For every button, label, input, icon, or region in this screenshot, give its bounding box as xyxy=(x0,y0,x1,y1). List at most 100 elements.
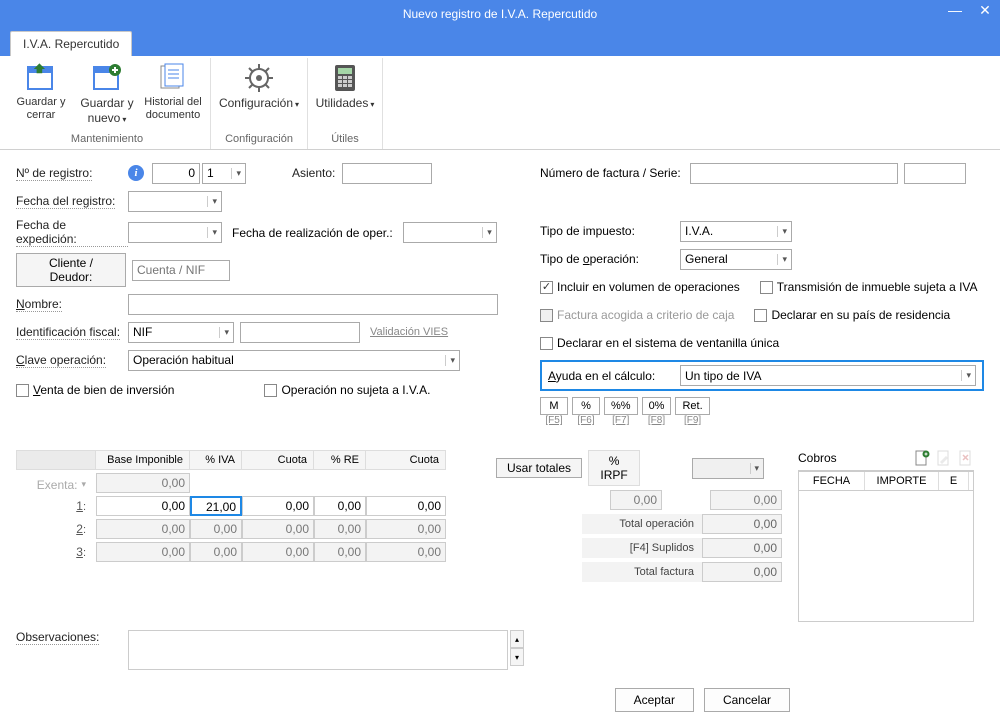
col-irpf: % IRPF xyxy=(588,450,640,486)
r2-re: 0,00 xyxy=(314,519,366,539)
r3-re: 0,00 xyxy=(314,542,366,562)
exenta-base: 0,00 xyxy=(96,473,190,493)
col-iva: % IVA xyxy=(190,450,242,470)
row-exenta-label: Exenta: xyxy=(37,478,78,492)
irpf-amount: 0,00 xyxy=(710,490,782,510)
registro-serie-combo[interactable]: 1▾ xyxy=(202,163,246,184)
ayuda-calculo-combo[interactable]: Un tipo de IVA▾ xyxy=(680,365,976,386)
window-title: Nuevo registro de I.V.A. Repercutido xyxy=(403,7,597,21)
nombre-input[interactable] xyxy=(128,294,498,315)
r2-iva: 0,00 xyxy=(190,519,242,539)
info-icon[interactable]: i xyxy=(128,165,144,181)
cobros-add-icon[interactable] xyxy=(914,450,930,466)
r1-cuota[interactable]: 0,00 xyxy=(242,496,314,516)
fecha-realizacion-combo[interactable]: ▾ xyxy=(403,222,497,243)
r2-cuota: 0,00 xyxy=(242,519,314,539)
fecha-expedicion-combo[interactable]: ▾ xyxy=(128,222,222,243)
titlebar: Nuevo registro de I.V.A. Repercutido — ✕ xyxy=(0,0,1000,28)
cobros-delete-icon[interactable] xyxy=(958,450,974,466)
minimize-button[interactable]: — xyxy=(946,2,964,19)
tipo-operacion-combo[interactable]: General▾ xyxy=(680,249,792,270)
total-operacion-label: Total operación xyxy=(582,514,702,534)
id-fiscal-input[interactable] xyxy=(240,322,360,343)
declarar-ventanilla-checkbox[interactable]: Declarar en el sistema de ventanilla úni… xyxy=(540,336,779,350)
aceptar-button[interactable]: Aceptar xyxy=(615,688,694,712)
num-factura-input[interactable] xyxy=(690,163,898,184)
incluir-volumen-checkbox[interactable]: Incluir en volumen de operaciones xyxy=(540,280,740,294)
suplidos-label: [F4] Suplidos xyxy=(582,538,702,558)
total-factura-label: Total factura xyxy=(582,562,702,582)
cobros-edit-icon[interactable] xyxy=(936,450,952,466)
declarar-pais-checkbox[interactable]: Declarar en su país de residencia xyxy=(754,308,950,322)
id-fiscal-type-combo[interactable]: NIF▾ xyxy=(128,322,234,343)
label-fecha-reg: Fecha del registro: xyxy=(16,194,115,209)
cobros-col-fecha: FECHA xyxy=(799,472,865,490)
r3-base: 0,00 xyxy=(96,542,190,562)
ribbon: Guardar y cerrar Guardar y nuevo▾ Histor… xyxy=(0,56,1000,150)
usar-totales-button[interactable]: Usar totales xyxy=(496,458,582,478)
observaciones-textarea[interactable] xyxy=(128,630,508,670)
r3-iva: 0,00 xyxy=(190,542,242,562)
asiento-input[interactable] xyxy=(342,163,432,184)
row-3-label: 3: xyxy=(16,542,96,562)
ribbon-group-utils: Útiles xyxy=(316,131,374,149)
r1-cuota2[interactable]: 0,00 xyxy=(366,496,446,516)
obs-up[interactable]: ▴ xyxy=(510,630,524,648)
factura-caja-checkbox: Factura acogida a criterio de caja xyxy=(540,308,734,322)
clave-operacion-combo[interactable]: Operación habitual▾ xyxy=(128,350,460,371)
row-2-label: 2: xyxy=(16,519,96,539)
col-base: Base Imponible xyxy=(96,450,190,470)
total-factura-value: 0,00 xyxy=(702,562,782,582)
btn-pct[interactable]: % xyxy=(572,397,600,415)
registro-num-input[interactable] xyxy=(152,163,200,184)
save-close-button[interactable]: Guardar y cerrar xyxy=(12,62,70,122)
label-asiento: Asiento: xyxy=(292,166,342,180)
r3-cuota2: 0,00 xyxy=(366,542,446,562)
r1-re[interactable]: 0,00 xyxy=(314,496,366,516)
r2-cuota2: 0,00 xyxy=(366,519,446,539)
cobros-col-e: E xyxy=(939,472,969,490)
config-button[interactable]: Configuración▾ xyxy=(219,62,299,111)
venta-bien-checkbox[interactable]: Venta de bien de inversión xyxy=(16,383,174,397)
r2-base: 0,00 xyxy=(96,519,190,539)
label-fecha-exp: Fecha de expedición: xyxy=(16,218,128,247)
label-nombre: Nombre: xyxy=(16,297,62,312)
no-sujeta-checkbox[interactable]: Operación no sujeta a I.V.A. xyxy=(264,383,430,397)
btn-ret[interactable]: Ret. xyxy=(675,397,709,415)
btn-zero[interactable]: 0% xyxy=(642,397,672,415)
tipo-impuesto-combo[interactable]: I.V.A.▾ xyxy=(680,221,792,242)
transmision-inmueble-checkbox[interactable]: Transmisión de inmueble sujeta a IVA xyxy=(760,280,978,294)
cliente-deudor-button[interactable]: Cliente / Deudor: xyxy=(16,253,126,287)
btn-pctpct[interactable]: %% xyxy=(604,397,638,415)
cobros-col-importe: IMPORTE xyxy=(865,472,939,490)
label-nregistro: Nº de registro: xyxy=(16,166,92,181)
r1-base[interactable]: 0,00 xyxy=(96,496,190,516)
col-re: % RE xyxy=(314,450,366,470)
ribbon-group-maintenance: Mantenimiento xyxy=(12,131,202,149)
obs-down[interactable]: ▾ xyxy=(510,648,524,666)
cancelar-button[interactable]: Cancelar xyxy=(704,688,790,712)
utilities-button[interactable]: Utilidades▾ xyxy=(316,62,374,111)
label-id-fiscal: Identificación fiscal: xyxy=(16,325,120,340)
col-cuota: Cuota xyxy=(242,450,314,470)
irpf-pct: 0,00 xyxy=(610,490,662,510)
close-button[interactable]: ✕ xyxy=(976,2,994,19)
label-tipo-impuesto: Tipo de impuesto: xyxy=(540,224,680,238)
ayuda-calculo-row: Ayuda en el cálculo: Un tipo de IVA▾ xyxy=(540,360,984,391)
save-new-button[interactable]: Guardar y nuevo▾ xyxy=(78,62,136,126)
label-ayuda-calculo: Ayuda en el cálculo: xyxy=(548,369,680,383)
history-button[interactable]: Historial del documento xyxy=(144,62,202,122)
irpf-type-combo: ▾ xyxy=(692,458,764,479)
calculator-icon xyxy=(329,62,361,94)
tab-bar: I.V.A. Repercutido xyxy=(0,28,1000,56)
cliente-input[interactable] xyxy=(132,260,230,281)
validacion-vies-link[interactable]: Validación VIES xyxy=(370,326,448,338)
serie-factura-input[interactable] xyxy=(904,163,966,184)
btn-m[interactable]: M xyxy=(540,397,568,415)
label-observaciones: Observaciones: xyxy=(16,630,99,645)
save-new-icon xyxy=(91,62,123,94)
history-icon xyxy=(157,62,189,94)
fecha-registro-combo[interactable]: ▾ xyxy=(128,191,222,212)
r1-iva[interactable]: 21,00 xyxy=(190,496,242,516)
tab-iva-repercutido[interactable]: I.V.A. Repercutido xyxy=(10,31,132,56)
